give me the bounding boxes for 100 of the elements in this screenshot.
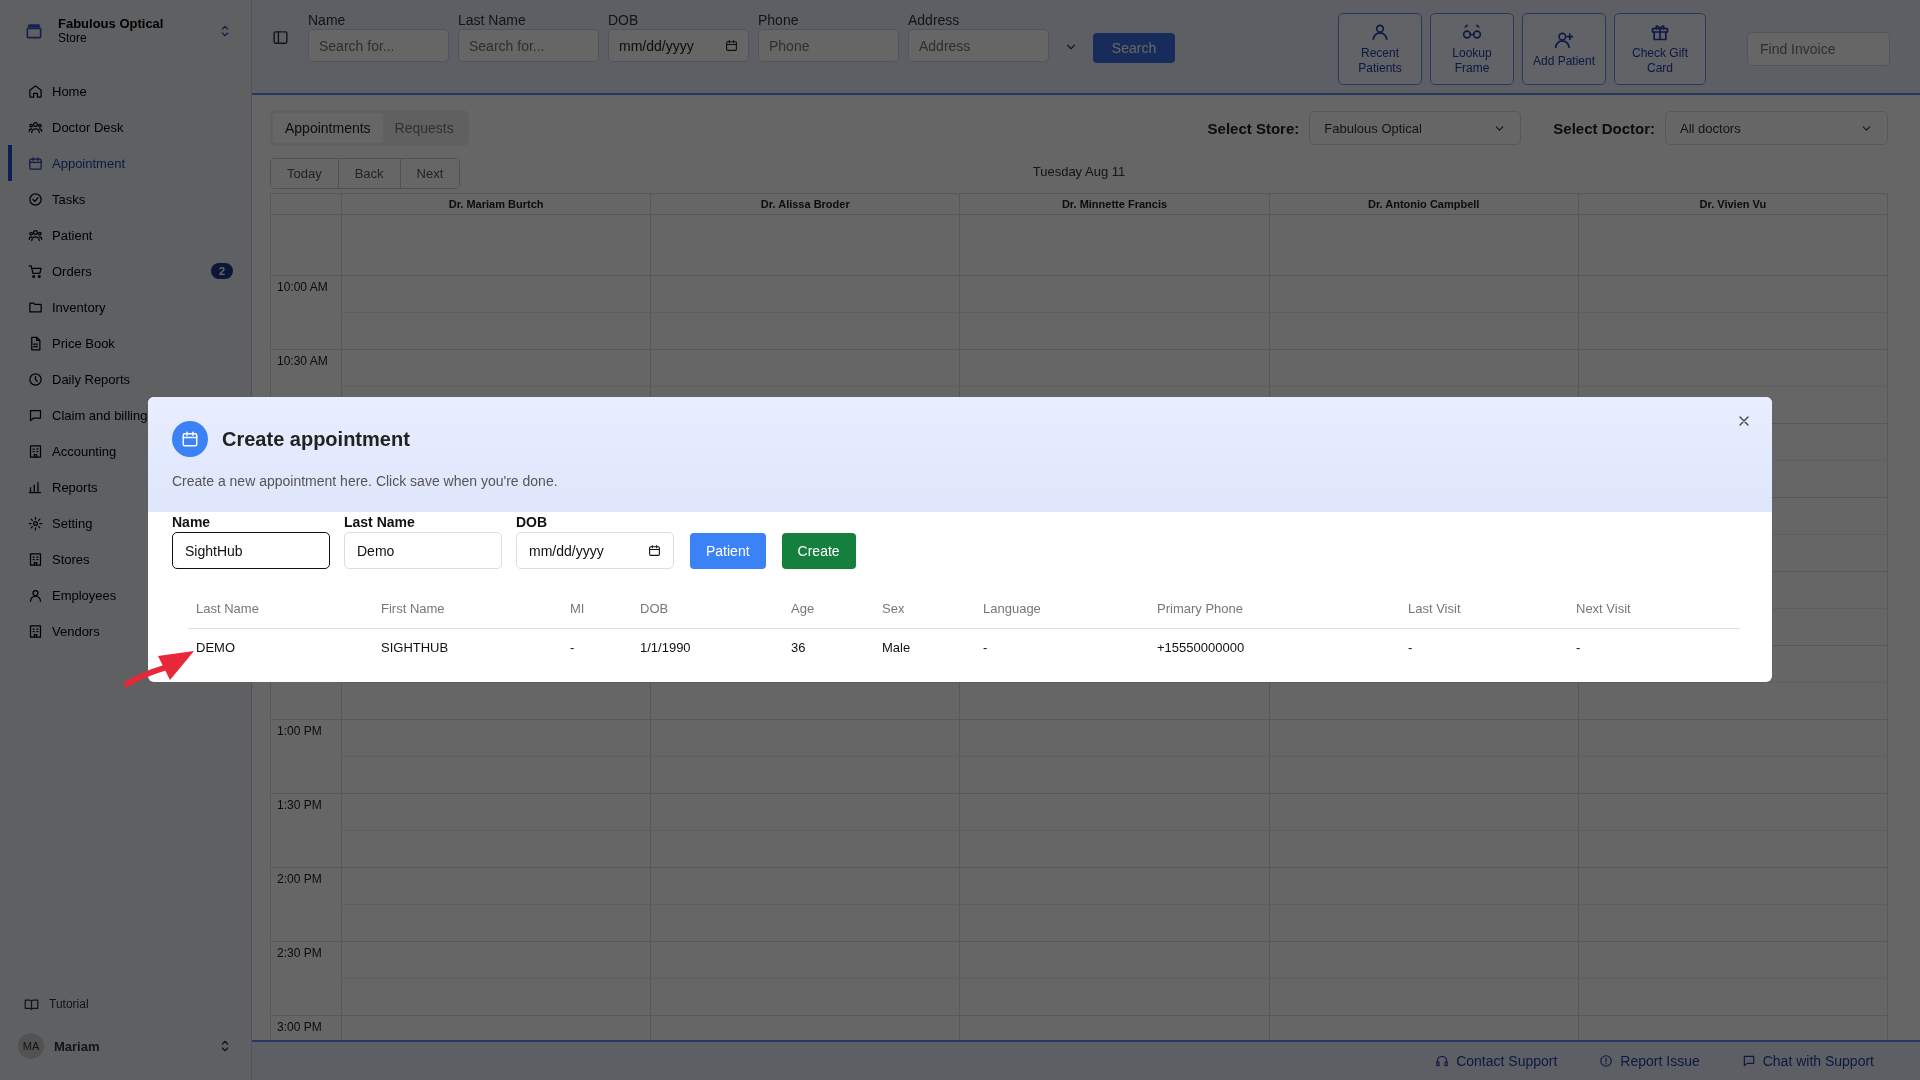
store-dropdown[interactable]: Fabulous Optical bbox=[1309, 111, 1522, 145]
table-cell: - bbox=[570, 640, 575, 655]
support-link[interactable]: Report Issue bbox=[1593, 1052, 1706, 1070]
sidebar-item[interactable]: Doctor Desk bbox=[8, 109, 251, 145]
support-link[interactable]: Contact Support bbox=[1429, 1052, 1564, 1070]
people-icon bbox=[28, 227, 43, 243]
people-icon bbox=[28, 119, 43, 135]
calendar-icon bbox=[181, 430, 199, 448]
doctor-column-header: Dr. Antonio Campbell bbox=[1367, 198, 1480, 210]
time-label: 10:00 AM bbox=[277, 280, 328, 294]
table-cell: Male bbox=[882, 640, 911, 655]
column-header: Sex bbox=[882, 601, 905, 616]
calendar-icon bbox=[28, 155, 43, 171]
column-header: Age bbox=[791, 601, 815, 616]
patient-button[interactable]: Patient bbox=[690, 533, 766, 569]
store-switcher[interactable]: Fabulous Optical Store bbox=[0, 0, 251, 65]
sidebar-item[interactable]: Price Book bbox=[8, 325, 251, 361]
modal-description: Create a new appointment here. Click save when you're done. bbox=[172, 473, 559, 489]
column-header: DOB bbox=[640, 601, 669, 616]
column-header: Next Visit bbox=[1576, 601, 1631, 616]
store-subtitle: Store bbox=[58, 31, 88, 45]
chat-icon bbox=[1741, 1054, 1756, 1068]
time-label: 1:00 PM bbox=[277, 724, 322, 738]
select-label: Select Doctor: bbox=[1553, 119, 1655, 137]
table-cell: - bbox=[1408, 640, 1413, 655]
field-label: Name bbox=[308, 12, 347, 27]
select-label: Select Store: bbox=[1207, 119, 1300, 137]
building-icon bbox=[28, 623, 43, 639]
headset-icon bbox=[1435, 1054, 1450, 1068]
search-button[interactable]: Search bbox=[1093, 33, 1175, 63]
table-cell: 36 bbox=[791, 640, 806, 655]
text-field[interactable]: SightHub bbox=[172, 532, 330, 569]
time-label: 2:30 PM bbox=[277, 946, 322, 960]
calendar-icon bbox=[725, 39, 738, 52]
table-cell: SIGHTHUB bbox=[381, 640, 449, 655]
tab[interactable]: Appointments bbox=[273, 113, 383, 143]
toolbar-button[interactable]: Add Patient bbox=[1522, 13, 1606, 85]
field-label: Last Name bbox=[344, 514, 416, 530]
home-icon bbox=[28, 83, 43, 99]
toolbar-button[interactable]: Recent Patients bbox=[1338, 13, 1422, 85]
sidebar-item[interactable]: Daily Reports bbox=[8, 361, 251, 397]
annotation-arrow bbox=[124, 648, 196, 688]
bar-chart-icon bbox=[28, 479, 43, 495]
field-label: Address bbox=[908, 12, 961, 27]
store-name: Fabulous Optical bbox=[58, 16, 165, 31]
date-field[interactable]: mm/dd/yyyy bbox=[516, 532, 674, 569]
support-link[interactable]: Chat with Support bbox=[1735, 1052, 1880, 1070]
text-field[interactable]: Demo bbox=[344, 532, 502, 569]
time-label: 10:30 AM bbox=[277, 354, 328, 368]
field-label: DOB bbox=[516, 514, 549, 530]
table-cell: - bbox=[983, 640, 988, 655]
time-label: 3:00 PM bbox=[277, 1020, 322, 1034]
sidebar-toggle-icon bbox=[272, 29, 289, 46]
person-icon bbox=[28, 587, 43, 603]
user-menu[interactable]: MA Mariam bbox=[0, 1022, 251, 1070]
count-badge: 2 bbox=[210, 263, 233, 279]
field-label: Last Name bbox=[458, 12, 527, 27]
table-cell: - bbox=[1576, 640, 1581, 655]
person-icon bbox=[1370, 22, 1390, 42]
doctor-dropdown[interactable]: All doctors bbox=[1665, 111, 1888, 145]
sidebar-item[interactable]: Inventory bbox=[8, 289, 251, 325]
document-icon bbox=[28, 335, 43, 351]
date-heading: Tuesday Aug 11 bbox=[1032, 164, 1126, 179]
column-header: First Name bbox=[381, 601, 445, 616]
table-cell: DEMO bbox=[196, 640, 235, 655]
clock-icon bbox=[28, 371, 43, 387]
column-header: Language bbox=[983, 601, 1041, 616]
toolbar-button[interactable]: Lookup Frame bbox=[1430, 13, 1514, 85]
alert-circle-icon bbox=[1599, 1054, 1614, 1068]
time-label: 1:30 PM bbox=[277, 798, 322, 812]
cart-icon bbox=[28, 263, 43, 279]
gear-icon bbox=[28, 515, 43, 531]
toolbar-button[interactable]: Check Gift Card bbox=[1614, 13, 1706, 85]
column-header: MI bbox=[570, 601, 585, 616]
user-avatar: MA bbox=[18, 1033, 44, 1059]
glasses-icon bbox=[1462, 22, 1482, 42]
check-circle-icon bbox=[28, 191, 43, 207]
doctor-column-header: Dr. Vivien Vu bbox=[1699, 198, 1767, 210]
table-cell: +15550000000 bbox=[1157, 640, 1245, 655]
field-label: DOB bbox=[608, 12, 640, 27]
table-cell: 1/1/1990 bbox=[640, 640, 691, 655]
chat-icon bbox=[28, 407, 43, 423]
field-label: Name bbox=[172, 514, 212, 530]
nav-button[interactable]: Today bbox=[271, 159, 339, 188]
sidebar-item[interactable]: Patient bbox=[8, 217, 251, 253]
time-label: 2:00 PM bbox=[277, 872, 322, 886]
doctor-column-header: Dr. Alissa Broder bbox=[760, 198, 850, 210]
create-button[interactable]: Create bbox=[781, 533, 856, 569]
column-header: Primary Phone bbox=[1157, 601, 1243, 616]
sidebar-item[interactable]: Tasks bbox=[8, 181, 251, 217]
tutorial-link[interactable]: Tutorial bbox=[0, 986, 113, 1022]
column-header: Last Name bbox=[196, 601, 259, 616]
book-icon bbox=[24, 996, 39, 1012]
sidebar-item[interactable]: Orders 2 bbox=[8, 253, 251, 289]
doctor-column-header: Dr. Minnette Francis bbox=[1061, 198, 1168, 210]
doctor-column-header: Dr. Mariam Burtch bbox=[448, 198, 544, 210]
calendar-icon bbox=[648, 544, 661, 557]
date-field[interactable]: mm/dd/yyyy bbox=[608, 29, 749, 62]
gift-icon bbox=[1650, 22, 1670, 42]
sidebar-item[interactable]: Home bbox=[8, 73, 251, 109]
